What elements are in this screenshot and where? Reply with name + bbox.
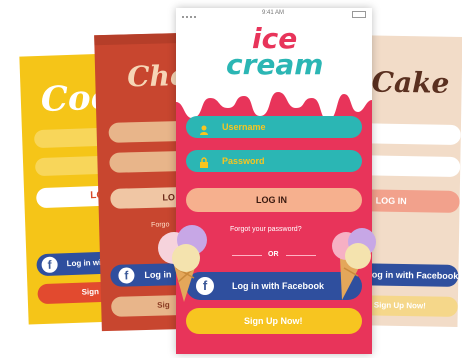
forgot-password-link[interactable]: Forgot your password? bbox=[230, 226, 302, 233]
login-label: LOG IN bbox=[256, 195, 287, 205]
facebook-login-label: Log in with Facebook bbox=[232, 281, 324, 291]
login-button[interactable]: LOG IN bbox=[186, 188, 362, 212]
facebook-icon: f bbox=[118, 267, 135, 284]
status-time: 9:41 AM bbox=[262, 10, 285, 16]
facebook-icon: f bbox=[41, 256, 58, 274]
signup-label: Sign Up Now! bbox=[244, 316, 303, 326]
status-bar: 9:41 AM bbox=[176, 8, 372, 20]
cookie-signup-label: Sign bbox=[81, 287, 100, 297]
lock-icon bbox=[200, 155, 208, 168]
divider-line-right bbox=[286, 255, 316, 256]
or-divider: OR bbox=[232, 250, 316, 260]
signal-icon bbox=[182, 11, 196, 18]
user-icon bbox=[200, 122, 208, 135]
password-placeholder: Password bbox=[222, 156, 265, 166]
password-field[interactable]: Password bbox=[186, 150, 362, 172]
cake-password-field[interactable] bbox=[360, 155, 461, 177]
username-placeholder: Username bbox=[222, 122, 266, 132]
ice-cream-cone-right-illustration bbox=[332, 228, 376, 300]
cake-username-field[interactable] bbox=[360, 123, 461, 146]
ice-cream-cone-left-illustration bbox=[158, 225, 207, 302]
cake-login-label: LOG IN bbox=[375, 195, 407, 207]
chocolate-login-label: LO bbox=[162, 192, 176, 203]
ice-cream-brand-logo-line2: cream bbox=[226, 48, 324, 81]
divider-line-left bbox=[232, 255, 262, 256]
status-bar bbox=[94, 32, 187, 46]
battery-icon bbox=[352, 11, 366, 18]
cake-login-button[interactable]: LOG IN bbox=[359, 189, 460, 213]
or-label: OR bbox=[268, 251, 279, 258]
cake-brand-logo: Cake bbox=[371, 65, 450, 100]
username-field[interactable]: Username bbox=[186, 116, 362, 138]
signup-button[interactable]: Sign Up Now! bbox=[186, 308, 362, 334]
